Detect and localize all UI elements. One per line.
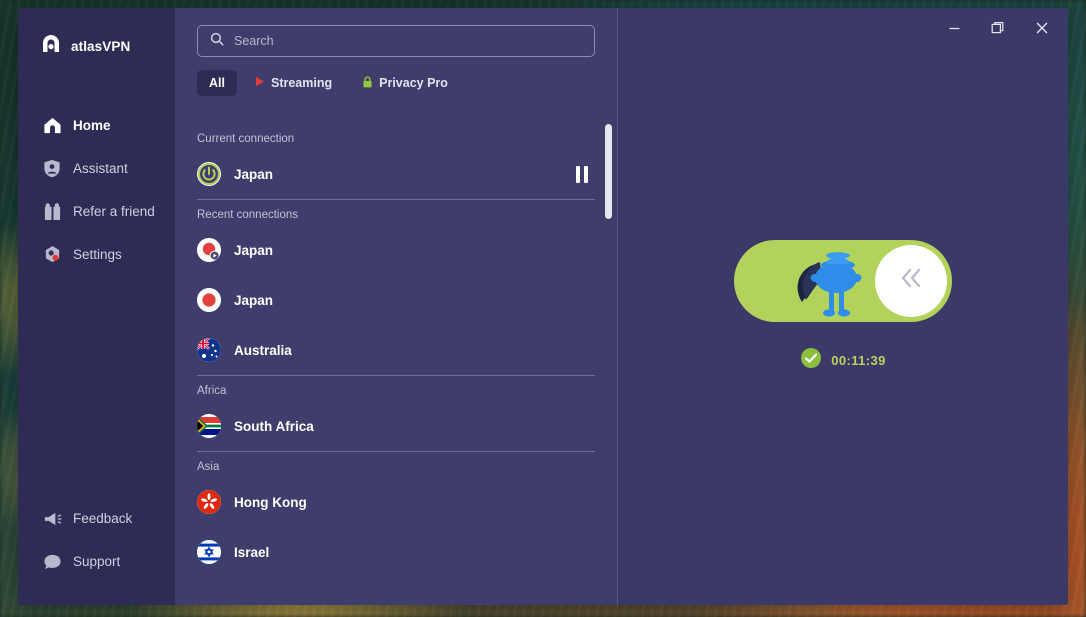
- search-box[interactable]: [197, 25, 595, 57]
- server-name: South Africa: [234, 418, 314, 434]
- sidebar-item-label: Feedback: [73, 511, 133, 526]
- scrollbar[interactable]: [605, 124, 612, 604]
- flag-japan-streaming-icon: [197, 238, 221, 262]
- brand-name: atlasVPN: [71, 39, 131, 54]
- superhero-mascot: [782, 246, 882, 323]
- sidebar-item-feedback[interactable]: Feedback: [18, 497, 175, 540]
- chat-bubble-icon: [42, 552, 62, 572]
- sidebar-bottom-nav: Feedback Support: [18, 497, 175, 605]
- sidebar-nav: Home Assistant Refer a friend Settings: [18, 104, 175, 276]
- section-label: Africa: [197, 385, 227, 397]
- tab-privacy-pro[interactable]: Privacy Pro: [350, 70, 460, 96]
- current-connection-row[interactable]: Japan: [197, 149, 595, 199]
- sidebar-item-home[interactable]: Home: [18, 104, 175, 147]
- tab-label: Streaming: [270, 76, 333, 90]
- check-circle-icon: [800, 347, 822, 374]
- flag-japan-icon: [197, 288, 221, 312]
- window-titlebar: [932, 8, 1068, 48]
- search-icon: [210, 32, 224, 51]
- play-icon: [255, 76, 265, 90]
- sidebar-item-label: Support: [73, 554, 121, 569]
- server-name: Japan: [234, 166, 274, 182]
- sidebar-item-label: Refer a friend: [73, 204, 155, 219]
- server-list-scroll[interactable]: Current connection Japan Recent connecti…: [175, 124, 617, 605]
- megaphone-icon: [42, 509, 62, 529]
- filter-tabs: All Streaming Privacy Pro: [175, 57, 617, 96]
- server-name: Israel: [234, 544, 270, 560]
- sidebar: atlasVPN Home Assistant Refer a friend S…: [18, 8, 175, 605]
- list-item[interactable]: Australia: [197, 325, 595, 375]
- list-item[interactable]: Israel: [197, 527, 595, 577]
- list-item[interactable]: South Africa: [197, 401, 595, 451]
- search-input[interactable]: [234, 34, 582, 48]
- atlasvpn-window: atlasVPN Home Assistant Refer a friend S…: [18, 8, 1068, 605]
- tab-label: Privacy Pro: [379, 76, 448, 90]
- atlasvpn-logo-icon: [40, 33, 62, 60]
- vpn-connection-toggle[interactable]: [734, 239, 952, 323]
- gear-icon: [42, 245, 62, 265]
- sidebar-item-assistant[interactable]: Assistant: [18, 147, 175, 190]
- section-label: Current connection: [197, 133, 295, 145]
- close-button[interactable]: [1020, 11, 1064, 45]
- section-label: Asia: [197, 461, 220, 473]
- server-name: Australia: [234, 342, 292, 358]
- pause-bar: [584, 165, 588, 183]
- sidebar-item-label: Settings: [73, 247, 122, 262]
- server-name: Japan: [234, 242, 274, 258]
- sidebar-item-label: Assistant: [73, 161, 128, 176]
- connection-status: 00:11:39: [800, 347, 886, 374]
- section-label: Recent connections: [197, 209, 299, 221]
- tab-all[interactable]: All: [197, 70, 237, 96]
- pause-bar: [576, 165, 580, 183]
- sidebar-item-refer-a-friend[interactable]: Refer a friend: [18, 190, 175, 233]
- flag-hong-kong-icon: [197, 490, 221, 514]
- pause-button[interactable]: [569, 161, 595, 187]
- elapsed-time: 00:11:39: [831, 352, 886, 368]
- sidebar-item-label: Home: [73, 118, 111, 133]
- tab-streaming[interactable]: Streaming: [243, 70, 344, 96]
- list-item[interactable]: Japan: [197, 275, 595, 325]
- toggle-knob[interactable]: [875, 244, 947, 317]
- gift-icon: [42, 202, 62, 222]
- power-on-icon: [197, 162, 221, 186]
- double-chevron-left-icon: [898, 267, 924, 294]
- server-name: Japan: [234, 292, 274, 308]
- list-item[interactable]: Hong Kong: [197, 477, 595, 527]
- home-icon: [42, 116, 62, 136]
- lock-icon: [362, 75, 373, 91]
- search-bar-wrapper: [175, 8, 617, 57]
- server-name: Hong Kong: [234, 494, 307, 510]
- restore-button[interactable]: [976, 11, 1020, 45]
- sidebar-item-support[interactable]: Support: [18, 540, 175, 583]
- flag-south-africa-icon: [197, 414, 221, 438]
- flag-israel-icon: [197, 540, 221, 564]
- app-brand: atlasVPN: [18, 33, 175, 60]
- server-list-panel: All Streaming Privacy Pro Cur: [175, 8, 618, 605]
- shield-user-icon: [42, 159, 62, 179]
- minimize-button[interactable]: [932, 11, 976, 45]
- flag-australia-icon: [197, 338, 221, 362]
- scrollbar-thumb[interactable]: [605, 124, 612, 219]
- connection-panel: 00:11:39: [618, 8, 1068, 605]
- tab-label: All: [209, 76, 225, 90]
- list-item[interactable]: Japan: [197, 225, 595, 275]
- sidebar-item-settings[interactable]: Settings: [18, 233, 175, 276]
